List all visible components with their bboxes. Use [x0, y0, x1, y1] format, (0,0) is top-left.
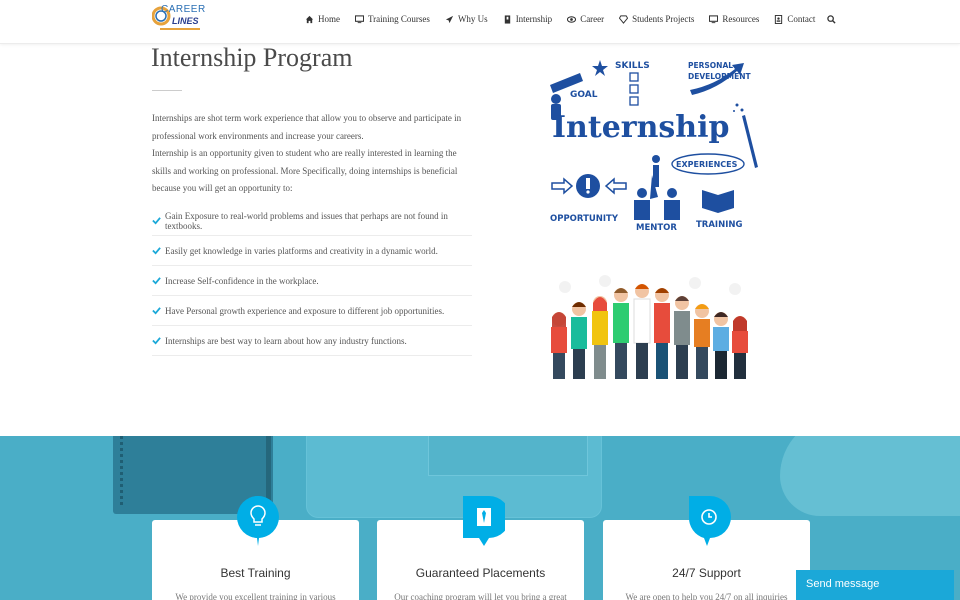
- list-item: Increase Self-confidence in the workplac…: [152, 266, 472, 296]
- title-divider: [152, 90, 182, 91]
- hand-graphic: [780, 436, 960, 516]
- illus-goal: GOAL: [570, 90, 598, 100]
- logo-underline: [160, 28, 200, 30]
- nav-contact-label: Contact: [787, 14, 816, 24]
- pen-icon: [742, 115, 758, 168]
- illus-personal: PERSONAL: [688, 61, 733, 70]
- illus-training: TRAINING: [696, 220, 742, 230]
- check-icon: [152, 247, 161, 255]
- nav-career-label: Career: [580, 14, 605, 24]
- home-icon: [305, 15, 314, 23]
- feature-title: Best Training: [220, 566, 291, 580]
- illus-development: DEVELOPMENT: [688, 72, 752, 81]
- nav-home[interactable]: Home: [305, 14, 340, 24]
- send-icon: [445, 15, 454, 23]
- nav-home-label: Home: [318, 14, 340, 24]
- contact-icon: [775, 14, 783, 24]
- list-item-text: Internships are best way to learn about …: [165, 335, 407, 346]
- monitor-icon: [355, 14, 364, 23]
- tie-badge: [463, 496, 505, 546]
- list-item-text: Increase Self-confidence in the workplac…: [165, 275, 319, 286]
- lightbulb-badge: [237, 496, 279, 546]
- list-item-text: Gain Exposure to real-world problems and…: [165, 210, 448, 231]
- list-item-text: Have Personal growth experience and expo…: [165, 305, 445, 316]
- list-item: Have Personal growth experience and expo…: [152, 296, 472, 326]
- nav-resources[interactable]: Resources: [709, 14, 759, 24]
- nav-career[interactable]: Career: [567, 14, 604, 24]
- nav-why-us[interactable]: Why Us: [445, 14, 488, 24]
- nav-students-projects[interactable]: Students Projects: [619, 14, 694, 24]
- book-icon: [702, 190, 734, 213]
- page-title: Internship Program: [151, 43, 353, 72]
- feature-text: We provide you excellent training in var…: [175, 592, 336, 600]
- intro-text: Internships are shot term work experienc…: [152, 110, 477, 198]
- diamond-icon: [619, 14, 629, 24]
- star-icon: [592, 60, 608, 76]
- nav-internship[interactable]: Internship: [503, 14, 553, 24]
- intro-paragraph: Internship is an opportunity given to st…: [152, 148, 458, 193]
- nav-contact[interactable]: Contact: [774, 14, 815, 24]
- clock-badge: [689, 496, 731, 546]
- list-item: Gain Exposure to real-world problems and…: [152, 206, 472, 236]
- feature-text: We are open to help you 24/7 on all inqu…: [625, 592, 788, 600]
- internship-illustration: GOAL SKILLS PERSONAL DEVELOPMENT Interns…: [550, 60, 758, 233]
- nav-internship-label: Internship: [515, 14, 553, 24]
- nav-resources-label: Resources: [722, 14, 760, 24]
- check-icon: [152, 337, 161, 345]
- illus-mentor: MENTOR: [636, 223, 677, 233]
- illus-skills: SKILLS: [615, 61, 650, 71]
- feature-text: Our coaching program will let you bring …: [394, 592, 567, 600]
- nav-training-courses-label: Training Courses: [368, 14, 430, 24]
- search-button[interactable]: [827, 14, 837, 24]
- arrow-right-icon: [551, 177, 574, 195]
- laptop-screen-graphic: [428, 436, 588, 476]
- nav-why-us-label: Why Us: [457, 14, 488, 24]
- illus-experiences: EXPERIENCES: [676, 160, 738, 169]
- benefits-list: Gain Exposure to real-world problems and…: [152, 206, 472, 356]
- check-icon: [152, 277, 161, 285]
- search-icon: [827, 14, 837, 24]
- notebook-spiral: [120, 436, 123, 506]
- feature-title: 24/7 Support: [672, 566, 741, 580]
- monitor-icon: [709, 14, 719, 23]
- illus-opportunity: OPPORTUNITY: [550, 214, 619, 224]
- illus-internship-word: Internship: [552, 110, 729, 145]
- main-nav: Home Training Courses Why Us Internship …: [305, 14, 837, 24]
- nav-students-projects-label: Students Projects: [632, 14, 695, 24]
- team-image: [545, 273, 755, 381]
- send-message-button[interactable]: Send message: [796, 570, 954, 600]
- list-item: Easily get knowledge in varies platforms…: [152, 236, 472, 266]
- eye-icon: [567, 15, 577, 23]
- tie-icon: [477, 508, 491, 526]
- nav-training-courses[interactable]: Training Courses: [355, 14, 430, 24]
- logo-line2: LINES: [172, 16, 199, 26]
- intro-paragraph: Internships are shot term work experienc…: [152, 113, 462, 141]
- id-badge-icon: [504, 14, 510, 24]
- site-header: CAREER LINES Home Training Courses Why U…: [0, 0, 960, 44]
- feature-title: Guaranteed Placements: [415, 566, 546, 580]
- logo-line1: CAREER: [161, 4, 206, 15]
- check-icon: [152, 307, 161, 315]
- list-item-text: Easily get knowledge in varies platforms…: [165, 245, 438, 256]
- list-item: Internships are best way to learn about …: [152, 326, 472, 356]
- check-icon: [152, 217, 161, 225]
